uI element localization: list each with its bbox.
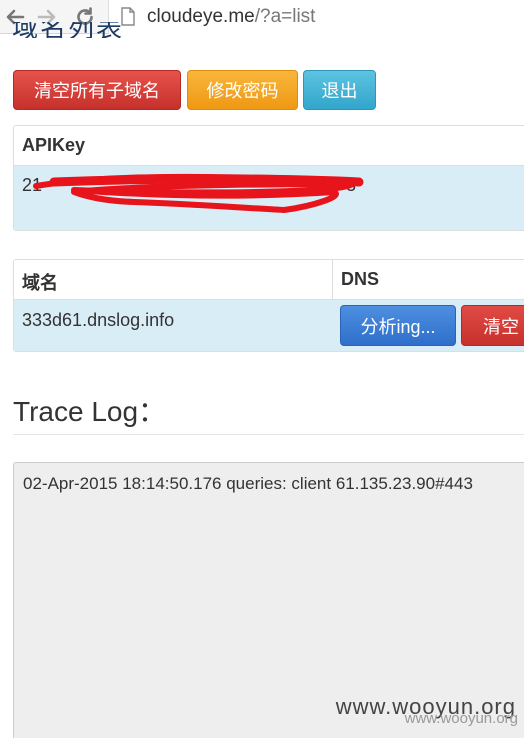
change-password-button[interactable]: 修改密码 bbox=[187, 70, 298, 110]
domain-table-header: 域名 DNS bbox=[14, 260, 524, 300]
redaction-scribble bbox=[33, 173, 364, 213]
apikey-row: 21 3 bbox=[14, 166, 524, 230]
analyze-button[interactable]: 分析ing... bbox=[340, 305, 456, 346]
trace-log-title: Trace Log： bbox=[13, 396, 167, 427]
address-bar[interactable]: cloudeye.me/?a=list bbox=[108, 0, 524, 34]
watermark-small: www.wooyun.org bbox=[404, 710, 518, 727]
url-text[interactable]: cloudeye.me/?a=list bbox=[147, 6, 315, 28]
table-row: 333d61.dnslog.info 分析ing... 清空 bbox=[14, 300, 524, 351]
domain-table: 域名 DNS 333d61.dnslog.info 分析ing... 清空 bbox=[13, 259, 524, 352]
apikey-table-header: APIKey bbox=[14, 126, 524, 166]
log-line: 02-Apr-2015 18:14:50.176 queries: client… bbox=[23, 474, 473, 493]
logout-button[interactable]: 退出 bbox=[303, 70, 376, 110]
page-title-text: 域名列表 bbox=[12, 22, 125, 38]
apikey-header: APIKey bbox=[22, 135, 86, 155]
url-host: cloudeye.me bbox=[147, 6, 255, 27]
dns-column-header: DNS bbox=[341, 269, 380, 289]
domain-cell: 333d61.dnslog.info bbox=[22, 310, 175, 330]
page-title: 域名列表 bbox=[12, 22, 162, 38]
clear-domain-button[interactable]: 清空 bbox=[461, 305, 524, 346]
clear-subdomains-button[interactable]: 清空所有子域名 bbox=[13, 70, 181, 110]
domain-column-header: 域名 bbox=[22, 273, 58, 293]
divider bbox=[13, 434, 524, 435]
url-path: /?a=list bbox=[254, 6, 316, 27]
apikey-table: APIKey 21 3 bbox=[13, 125, 524, 231]
